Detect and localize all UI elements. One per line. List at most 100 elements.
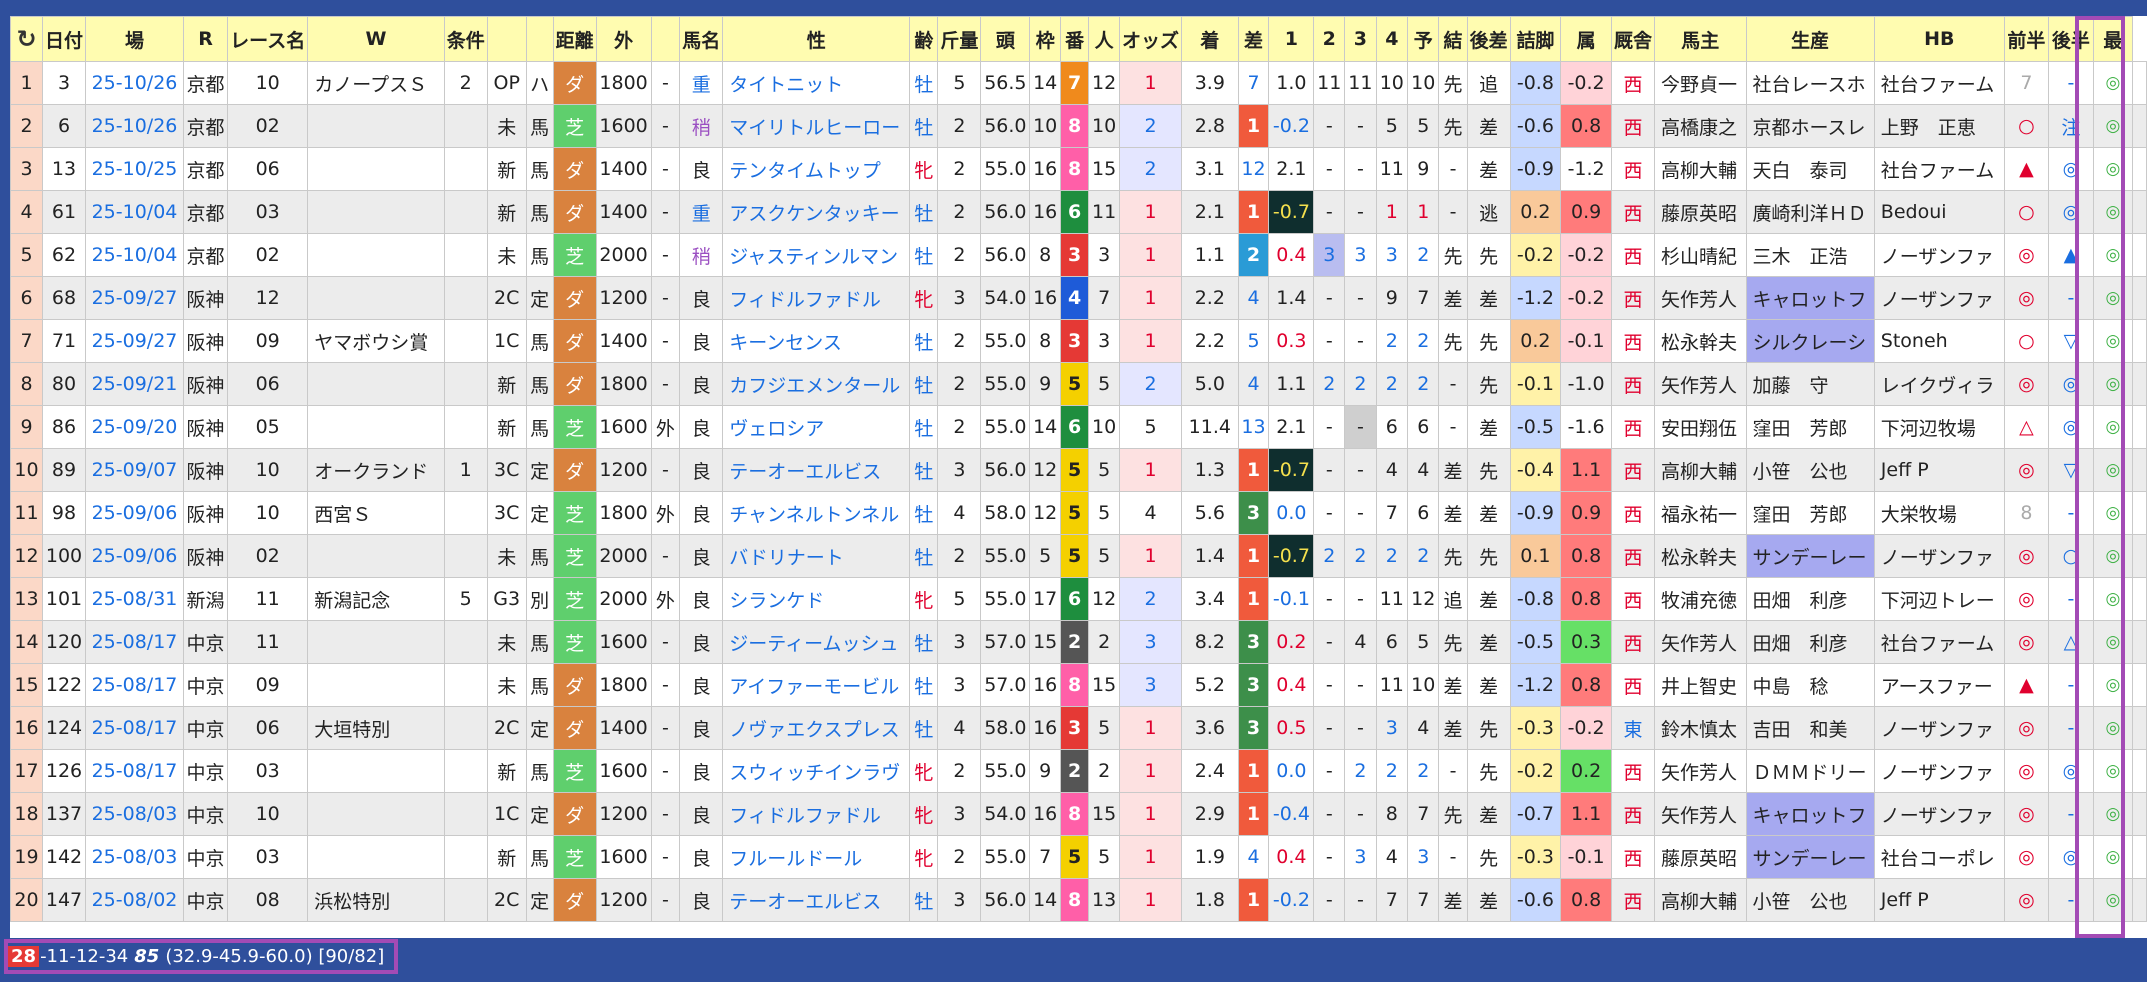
horse-name-link[interactable]: テーオーエルビス: [722, 878, 911, 922]
table-row[interactable]: 18 137 25-08/03 中京 10 1C 定ダ 1200- 良フィドルファドル牝 3 54.…: [10, 792, 2147, 836]
race-date-link[interactable]: 25-10/04: [85, 190, 184, 234]
column-header[interactable]: 3: [1344, 16, 1377, 62]
horse-name-link[interactable]: タイトニット: [722, 61, 911, 105]
race-date-link[interactable]: 25-10/04: [85, 233, 184, 277]
table-row[interactable]: 1 3 25-10/26 京都 10 カノープスＳ 2 OP ハダ 1800- 重タイトニット牡 5 5…: [10, 61, 2147, 105]
table-row[interactable]: 3 13 25-10/25 京都 06 新馬ダ 1400- 良テンタイムトップ牝 2 55.0 16…: [10, 147, 2147, 191]
column-header[interactable]: 外: [595, 16, 652, 62]
horse-name-link[interactable]: バドリナート: [722, 534, 911, 578]
column-header[interactable]: W: [307, 16, 445, 62]
column-header[interactable]: 2: [1313, 16, 1346, 62]
table-row[interactable]: 2 6 25-10/26 京都 02 未馬芝 1600- 稍マイリトルヒーロー牡 2 56.0 10…: [10, 104, 2147, 148]
column-header[interactable]: HB: [1873, 16, 2005, 62]
horse-name-link[interactable]: アスクケンタッキー: [722, 190, 911, 234]
column-header[interactable]: 後半: [2048, 16, 2094, 62]
column-header[interactable]: オッズ: [1119, 16, 1183, 62]
race-date-link[interactable]: 25-09/07: [85, 448, 184, 492]
table-row[interactable]: 19 142 25-08/03 中京 03 新馬芝 1600- 良フルールドール牝 2 55.0 7…: [10, 835, 2147, 879]
table-row[interactable]: 6 68 25-09/27 阪神 12 2C 定ダ 1200- 良フィドルファドル牝 3 54.0 1…: [10, 276, 2147, 320]
column-header[interactable]: 生産: [1745, 16, 1875, 62]
race-date-link[interactable]: 25-09/21: [85, 362, 184, 406]
horse-name-link[interactable]: ジーティームッシュ: [722, 620, 911, 664]
horse-name-link[interactable]: チャンネルトンネル: [722, 491, 911, 535]
race-date-link[interactable]: 25-10/26: [85, 104, 184, 148]
table-row[interactable]: 10 89 25-09/07 阪神 10 オークランド 1 3C 定ダ 1200- 良テーオーエルビ…: [10, 448, 2147, 492]
horse-name-link[interactable]: アイファーモービル: [722, 663, 911, 707]
race-date-link[interactable]: 25-08/31: [85, 577, 184, 621]
column-header[interactable]: 場: [85, 16, 184, 62]
table-row[interactable]: 4 61 25-10/04 京都 03 新馬ダ 1400- 重アスクケンタッキー牡 2 56.0 1…: [10, 190, 2147, 234]
column-header[interactable]: 最: [2092, 16, 2134, 62]
refresh-button[interactable]: ↻: [10, 16, 43, 62]
horse-name-link[interactable]: テンタイムトップ: [722, 147, 911, 191]
column-header[interactable]: 馬主: [1654, 16, 1747, 62]
race-date-link[interactable]: 25-08/03: [85, 792, 184, 836]
table-row[interactable]: 20 147 25-08/02 中京 08 浜松特別 2C 定ダ 1200- 良テーオーエルビス牡…: [10, 878, 2147, 922]
column-header[interactable]: [525, 16, 554, 62]
column-header[interactable]: 頭: [980, 16, 1031, 62]
race-date-link[interactable]: 25-08/02: [85, 878, 184, 922]
column-header[interactable]: [650, 16, 681, 62]
race-date-link[interactable]: 25-10/25: [85, 147, 184, 191]
column-header[interactable]: 4: [1375, 16, 1409, 62]
column-header[interactable]: 1: [1268, 16, 1315, 62]
column-header[interactable]: レース名: [227, 16, 309, 62]
race-date-link[interactable]: 25-08/03: [85, 835, 184, 879]
column-header[interactable]: 斤量: [937, 16, 982, 62]
race-date-link[interactable]: 25-09/20: [85, 405, 184, 449]
column-header[interactable]: 厩舎: [1611, 16, 1656, 62]
horse-name-link[interactable]: ジャスティンルマン: [722, 233, 911, 277]
trainer: 高橋康之: [1654, 104, 1747, 148]
column-header[interactable]: 人: [1088, 16, 1121, 62]
race-date-link[interactable]: 25-10/26: [85, 61, 184, 105]
horse-name-link[interactable]: テーオーエルビス: [722, 448, 911, 492]
horse-name-link[interactable]: シランケド: [722, 577, 911, 621]
race-date-link[interactable]: 25-09/06: [85, 491, 184, 535]
column-header[interactable]: 予: [1407, 16, 1440, 62]
column-header[interactable]: 後差: [1466, 16, 1511, 62]
table-row[interactable]: 12 100 25-09/06 阪神 02 未馬芝 2000- 良バドリナート牡 2 55.0 5 5…: [10, 534, 2147, 578]
race-date-link[interactable]: 25-09/27: [85, 276, 184, 320]
table-row[interactable]: 9 86 25-09/20 阪神 05 新馬芝 1600 外良ヴェロシア牡 2 55.0 14 6 10…: [10, 405, 2147, 449]
column-header[interactable]: 条件: [443, 16, 488, 62]
column-header[interactable]: 枠: [1029, 16, 1062, 62]
column-header[interactable]: 差: [1237, 16, 1270, 62]
race-date-link[interactable]: 25-09/06: [85, 534, 184, 578]
table-row[interactable]: 15 122 25-08/17 中京 09 未馬ダ 1800- 良アイファーモービル牡 3 57.…: [10, 663, 2147, 707]
table-row[interactable]: 5 62 25-10/04 京都 02 未馬芝 2000- 稍ジャスティンルマン牡 2 56.0 8…: [10, 233, 2147, 277]
table-row[interactable]: 13 101 25-08/31 新潟 11 新潟記念 5 G3 別芝 2000 外良シランケド牝 5 5…: [10, 577, 2147, 621]
race-date-link[interactable]: 25-09/27: [85, 319, 184, 363]
table-row[interactable]: 7 71 25-09/27 阪神 09 ヤマボウシ賞 1C 馬ダ 1400- 良キーンセンス牡 2 5…: [10, 319, 2147, 363]
table-row[interactable]: 11 98 25-09/06 阪神 10 西宮Ｓ 3C 定芝 1800 外良チャンネルトンネル牡 4…: [10, 491, 2147, 535]
horse-name-link[interactable]: フルールドール: [722, 835, 911, 879]
race-date-link[interactable]: 25-08/17: [85, 663, 184, 707]
horse-name-link[interactable]: キーンセンス: [722, 319, 911, 363]
column-header[interactable]: 日付: [41, 16, 87, 62]
horse-name-link[interactable]: ヴェロシア: [722, 405, 911, 449]
table-row[interactable]: 17 126 25-08/17 中京 03 新馬芝 1600- 良スウィッチインラヴ牝 2 55.…: [10, 749, 2147, 793]
column-header[interactable]: 齢: [909, 16, 939, 62]
horse-name-link[interactable]: カフジエメンタール: [722, 362, 911, 406]
horse-name-link[interactable]: マイリトルヒーロー: [722, 104, 911, 148]
race-date-link[interactable]: 25-08/17: [85, 706, 184, 750]
column-header[interactable]: 属: [1560, 16, 1613, 62]
column-header[interactable]: 着: [1181, 16, 1239, 62]
race-date-link[interactable]: 25-08/17: [85, 620, 184, 664]
horse-name-link[interactable]: ノヴァエクスプレス: [722, 706, 911, 750]
column-header[interactable]: 番: [1060, 16, 1090, 62]
table-row[interactable]: 14 120 25-08/17 中京 11 未馬芝 1600- 良ジーティームッシュ牡 3 57.…: [10, 620, 2147, 664]
column-header[interactable]: 馬名: [679, 16, 724, 62]
column-header[interactable]: 距離: [552, 16, 597, 62]
column-header[interactable]: 前半: [2003, 16, 2050, 62]
horse-name-link[interactable]: フィドルファドル: [722, 792, 911, 836]
table-row[interactable]: 16 124 25-08/17 中京 06 大垣特別 2C 定ダ 1400- 良ノヴァエクスプレス…: [10, 706, 2147, 750]
race-date-link[interactable]: 25-08/17: [85, 749, 184, 793]
horse-name-link[interactable]: スウィッチインラヴ: [722, 749, 911, 793]
column-header[interactable]: 結: [1438, 16, 1468, 62]
column-header[interactable]: [486, 16, 527, 62]
column-header[interactable]: R: [182, 16, 229, 62]
table-row[interactable]: 8 80 25-09/21 阪神 06 新馬ダ 1800- 良カフジエメンタール牡 2 55.0 9…: [10, 362, 2147, 406]
column-header[interactable]: 性: [722, 16, 911, 62]
column-header[interactable]: 詰脚: [1509, 16, 1562, 62]
horse-name-link[interactable]: フィドルファドル: [722, 276, 911, 320]
